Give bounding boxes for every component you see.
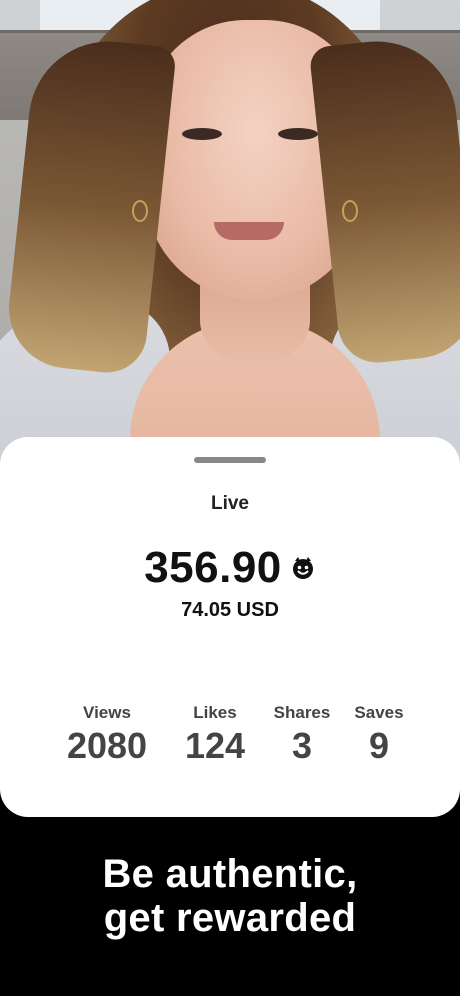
promo-tagline: Be authentic, get rewarded	[0, 852, 460, 940]
stat-shares: Shares 3	[266, 703, 338, 767]
person-mouth	[214, 222, 284, 240]
stat-saves: Saves 9	[348, 703, 410, 767]
earnings-bottom-sheet[interactable]: Live 356.90 74.05 USD Views 2080 Likes 1…	[0, 437, 460, 817]
person-earring-right	[342, 200, 358, 222]
usd-equivalent: 74.05 USD	[181, 599, 279, 621]
stat-value: 2080	[66, 725, 148, 766]
app-screen: Live 356.90 74.05 USD Views 2080 Likes 1…	[0, 0, 460, 996]
stat-views: Views 2080	[52, 703, 162, 767]
person-earring-left	[132, 200, 148, 222]
earnings-amount-row: 356.90	[0, 543, 460, 593]
stat-label: Shares	[273, 703, 331, 722]
sheet-drag-handle[interactable]	[194, 457, 266, 463]
earnings-amount: 356.90	[144, 543, 282, 592]
live-status-label: Live	[210, 493, 250, 514]
person-eye-right	[278, 128, 318, 140]
person-eye-left	[182, 128, 222, 140]
stat-value: 3	[291, 725, 313, 766]
tagline-line-2: get rewarded	[103, 896, 357, 940]
stat-label: Views	[83, 703, 131, 722]
stat-value: 124	[184, 725, 246, 766]
coin-smiley-icon	[292, 557, 313, 579]
stat-label: Saves	[354, 703, 404, 722]
live-video-frame[interactable]	[0, 0, 460, 480]
tagline-line-1: Be authentic,	[102, 852, 358, 896]
stat-value: 9	[368, 725, 390, 766]
engagement-stats: Views 2080 Likes 124 Shares 3 Saves 9	[0, 703, 460, 773]
stat-likes: Likes 124	[176, 703, 254, 767]
stat-label: Likes	[193, 703, 237, 722]
